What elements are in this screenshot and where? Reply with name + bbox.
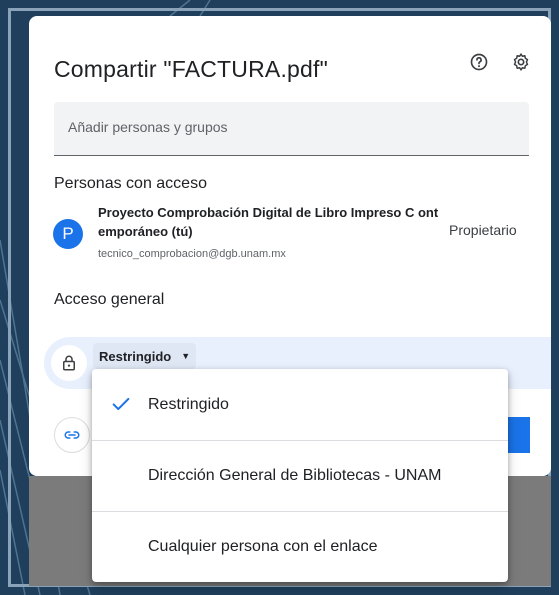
person-email: tecnico_comprobacion@dgb.unam.mx bbox=[98, 248, 286, 260]
menu-item-label: Cualquier persona con el enlace bbox=[148, 538, 378, 555]
person-name: Proyecto Comprobación Digital de Libro I… bbox=[98, 205, 439, 239]
person-role: Propietario bbox=[449, 222, 517, 238]
link-icon bbox=[64, 431, 80, 439]
add-people-field[interactable] bbox=[54, 102, 529, 156]
access-level-dropdown[interactable]: Restringido ▼ bbox=[93, 343, 197, 369]
general-access-title: Acceso general bbox=[54, 291, 165, 308]
copy-link-button[interactable] bbox=[54, 417, 90, 453]
caret-down-icon: ▼ bbox=[181, 351, 191, 361]
lock-icon bbox=[63, 355, 75, 371]
menu-item-organization[interactable]: Dirección General de Bibliotecas - UNAM bbox=[92, 440, 508, 511]
lock-badge bbox=[51, 345, 87, 381]
menu-item-restricted[interactable]: Restringido bbox=[92, 369, 508, 440]
people-with-access-title: Personas con acceso bbox=[54, 175, 207, 192]
add-people-input[interactable] bbox=[68, 119, 515, 135]
gear-icon bbox=[513, 53, 529, 71]
settings-button[interactable] bbox=[509, 50, 533, 74]
help-button[interactable] bbox=[467, 50, 491, 74]
access-level-label: Restringido bbox=[99, 348, 172, 364]
avatar: P bbox=[53, 219, 83, 249]
access-level-menu: Restringido Dirección General de Bibliot… bbox=[92, 369, 508, 582]
menu-item-label: Dirección General de Bibliotecas - UNAM bbox=[148, 467, 442, 484]
menu-item-anyone-with-link[interactable]: Cualquier persona con el enlace bbox=[92, 511, 508, 582]
help-circle-icon bbox=[470, 53, 488, 71]
dialog-title: Compartir "FACTURA.pdf" bbox=[54, 56, 328, 82]
menu-item-label: Restringido bbox=[148, 395, 229, 413]
check-icon bbox=[112, 397, 130, 411]
